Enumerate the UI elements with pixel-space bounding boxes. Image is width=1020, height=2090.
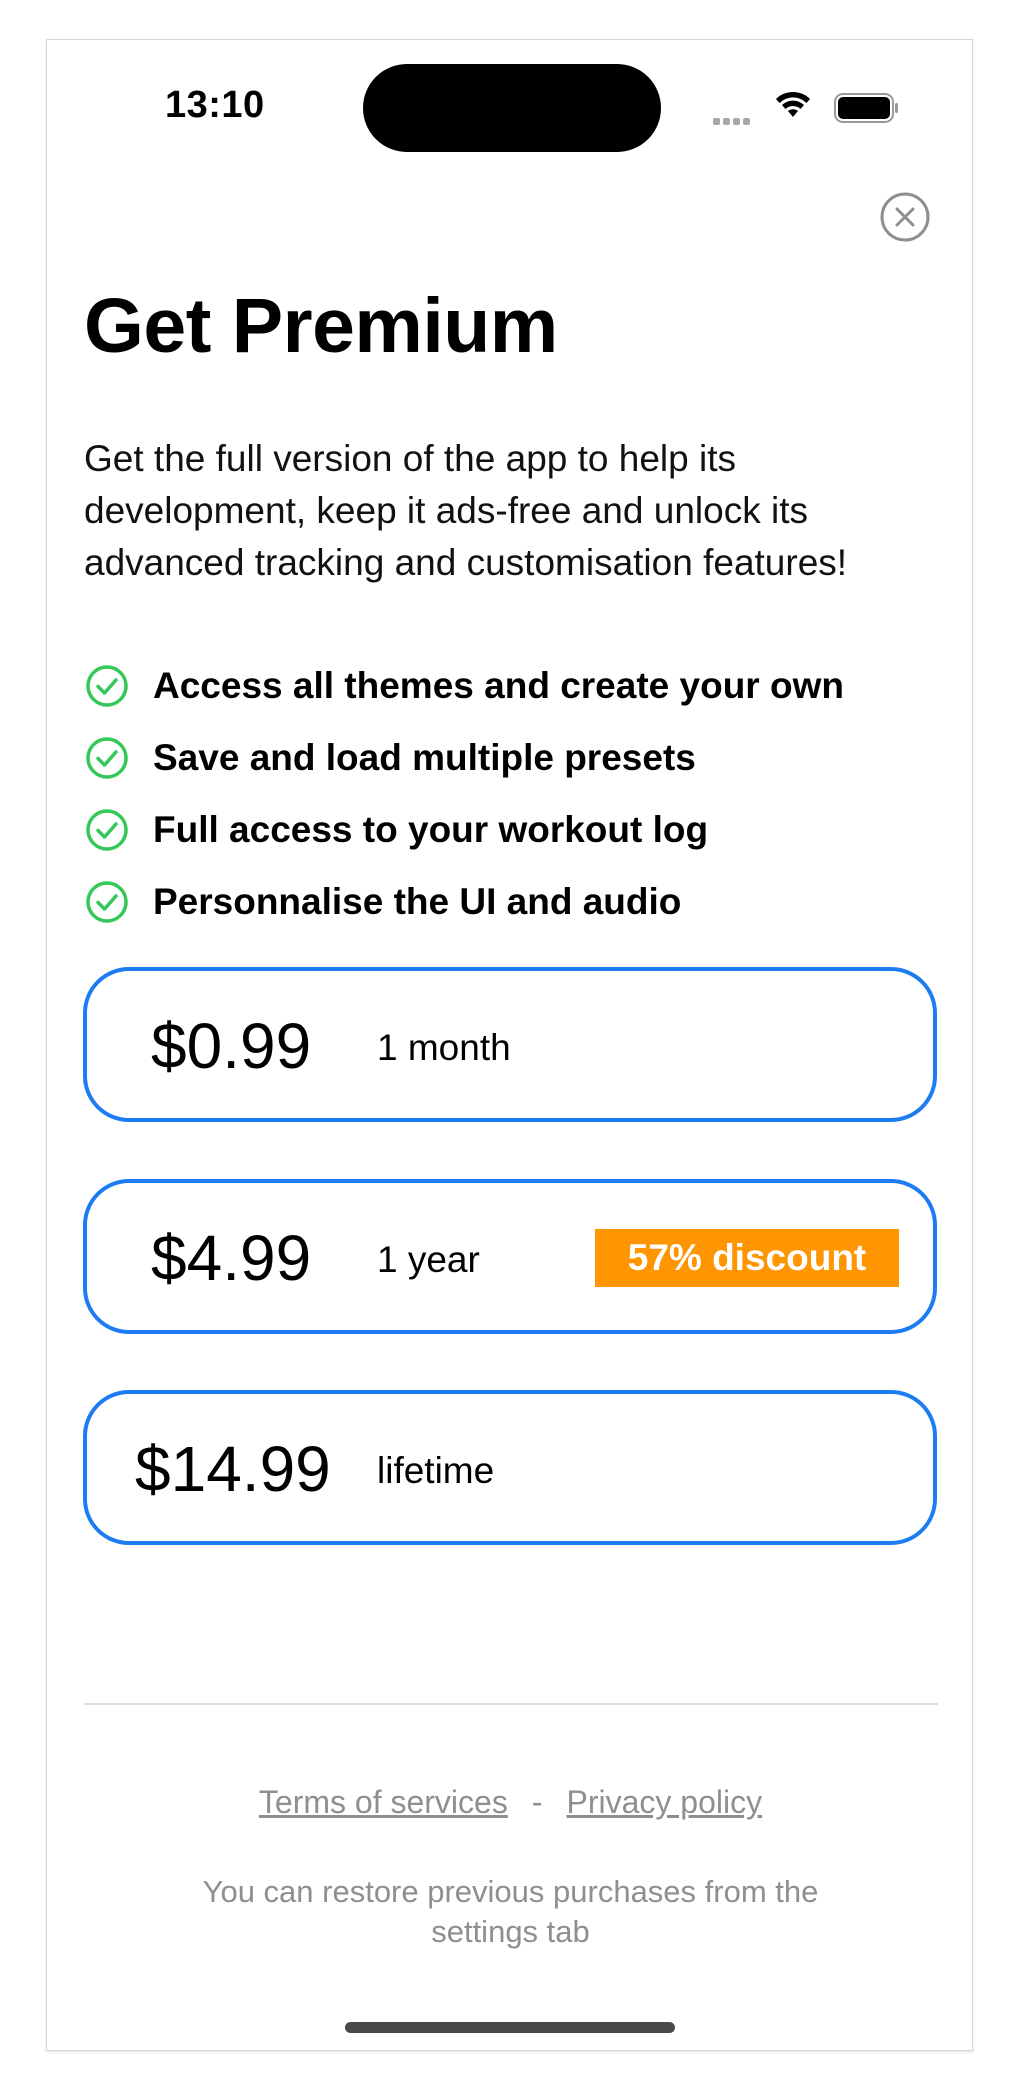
wifi-icon [773, 90, 813, 125]
page-title: Get Premium [84, 283, 558, 369]
status-time: 13:10 [165, 84, 265, 126]
restore-note: You can restore previous purchases from … [202, 1874, 819, 1949]
terms-link[interactable]: Terms of services [259, 1784, 508, 1820]
link-separator: - [531, 1784, 543, 1820]
plan-yearly-button[interactable]: $4.99 1 year 57% discount [83, 1179, 937, 1334]
discount-badge: 57% discount [595, 1229, 899, 1287]
plan-price: $0.99 [151, 1010, 312, 1082]
feature-item: Access all themes and create your own [85, 650, 844, 722]
plan-lifetime-button[interactable]: $14.99 lifetime [83, 1390, 937, 1545]
check-circle-icon [86, 881, 128, 923]
feature-label: Access all themes and create your own [153, 665, 844, 706]
feature-label: Personnalise the UI and audio [153, 881, 682, 922]
feature-item: Save and load multiple presets [85, 722, 844, 794]
plan-period: 1 year [377, 1239, 480, 1280]
feature-label: Full access to your workout log [153, 809, 709, 850]
signal-dots-icon [713, 112, 753, 130]
plan-price: $14.99 [135, 1433, 331, 1505]
footer-divider [84, 1703, 938, 1705]
plan-period: lifetime [377, 1450, 495, 1491]
premium-description: Get the full version of the app to help … [84, 438, 848, 583]
battery-icon [834, 92, 900, 129]
feature-label: Save and load multiple presets [153, 737, 696, 778]
check-circle-icon [86, 809, 128, 851]
check-circle-icon [86, 665, 128, 707]
dynamic-island [363, 64, 661, 152]
plan-monthly-button[interactable]: $0.99 1 month [83, 967, 937, 1122]
plan-period: 1 month [377, 1027, 511, 1068]
feature-item: Personnalise the UI and audio [85, 866, 844, 938]
home-indicator[interactable] [345, 2022, 675, 2033]
feature-item: Full access to your workout log [85, 794, 844, 866]
legal-links: Terms of services - Privacy policy [47, 1784, 972, 1821]
plan-price: $4.99 [151, 1222, 312, 1294]
privacy-link[interactable]: Privacy policy [566, 1784, 762, 1820]
feature-list: Access all themes and create your own Sa… [85, 650, 844, 938]
app-screen: 13:10 Get Premium Get the full version o… [46, 39, 973, 2051]
close-icon[interactable] [880, 192, 930, 242]
check-circle-icon [86, 737, 128, 779]
